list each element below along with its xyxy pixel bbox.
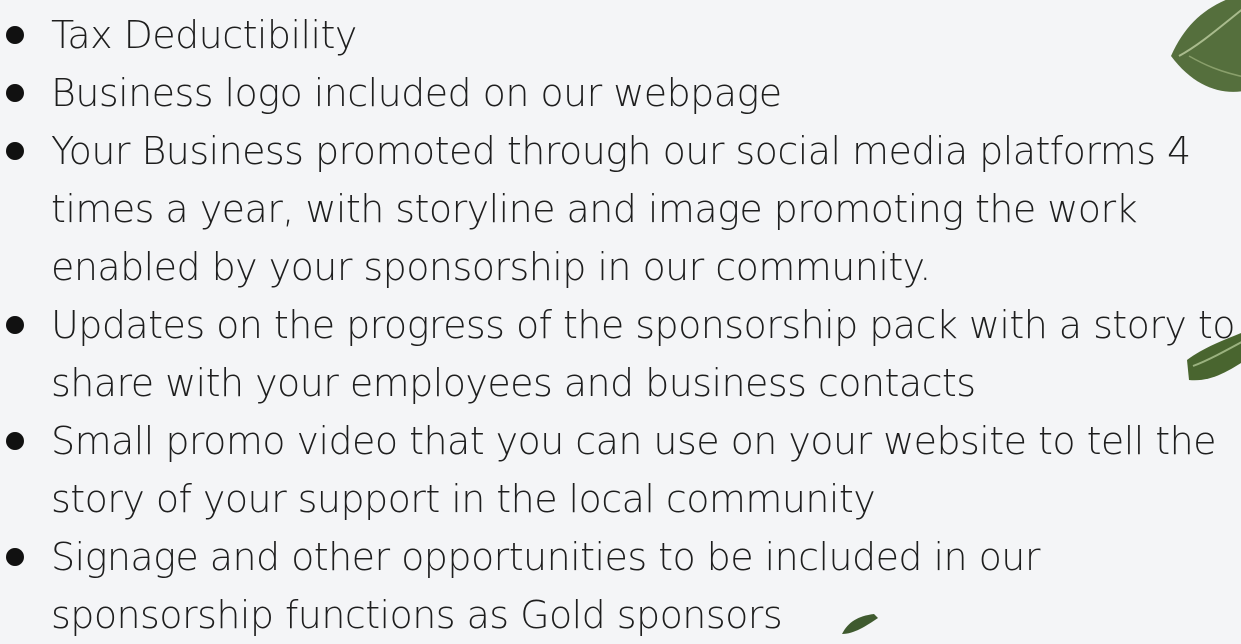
benefit-text: Signage and other opportunities to be in…	[51, 535, 1040, 637]
bullet-dot-icon	[6, 84, 24, 102]
bullet-dot-icon	[6, 316, 24, 334]
benefit-text: Updates on the progress of the sponsorsh…	[51, 303, 1236, 405]
benefit-list-item: Business logo included on our webpage	[0, 64, 1241, 122]
benefits-list: Tax Deductibility Business logo included…	[0, 6, 1241, 644]
bullet-dot-icon	[6, 142, 24, 160]
bullet-dot-icon	[6, 548, 24, 566]
benefit-text: Your Business promoted through our socia…	[51, 129, 1191, 289]
benefit-text: Business logo included on our webpage	[51, 71, 782, 115]
benefit-list-item: Small promo video that you can use on yo…	[0, 412, 1241, 528]
benefit-list-item: Your Business promoted through our socia…	[0, 122, 1241, 296]
benefit-text: Small promo video that you can use on yo…	[51, 419, 1217, 521]
sponsorship-benefits-page: Tax Deductibility Business logo included…	[0, 0, 1241, 637]
benefit-list-item: Tax Deductibility	[0, 6, 1241, 64]
benefit-list-item: Signage and other opportunities to be in…	[0, 528, 1241, 644]
bullet-dot-icon	[6, 432, 24, 450]
benefit-list-item: Updates on the progress of the sponsorsh…	[0, 296, 1241, 412]
benefit-text: Tax Deductibility	[51, 13, 357, 57]
bullet-dot-icon	[6, 26, 24, 44]
